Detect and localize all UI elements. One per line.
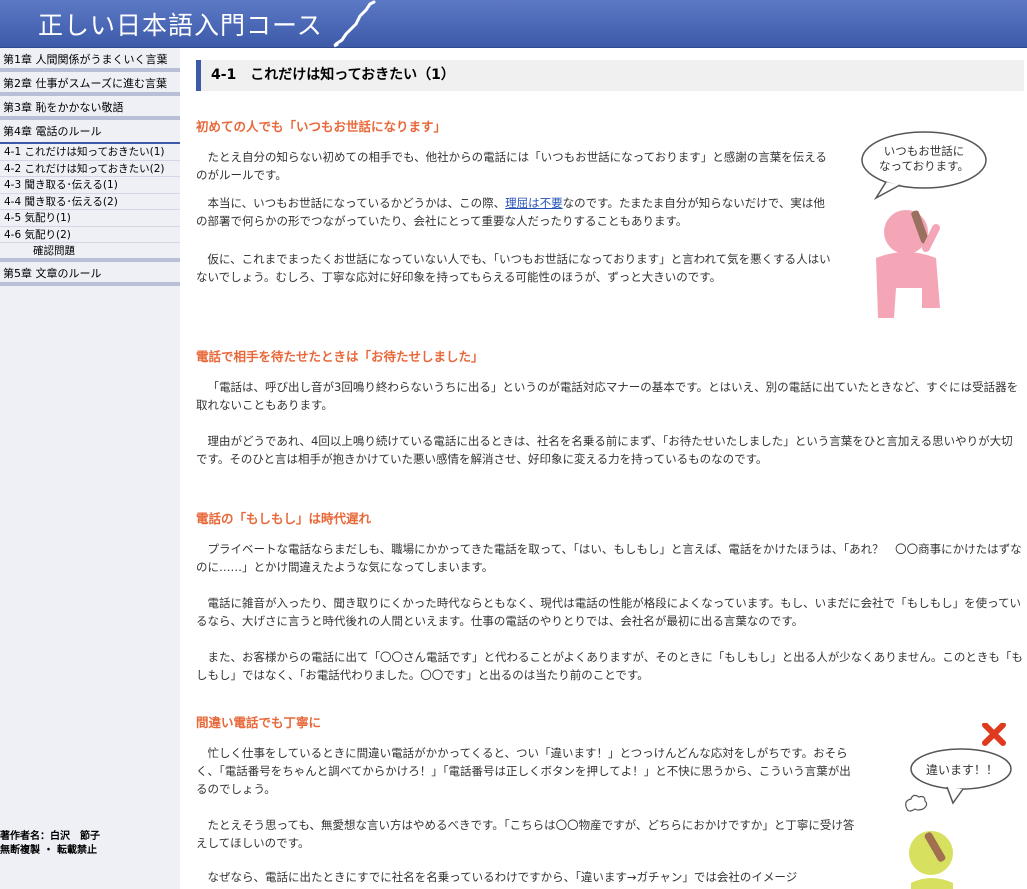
paragraph: 電話に雑音が入ったり、聞き取りにくかった時代ならともなく、現代は電話の性能が格段… [196, 596, 1022, 628]
paragraph: 忙しく仕事をしているときに間違い電話がかかってくると、つい「違います！」とつっけ… [196, 746, 851, 796]
site-header: 正しい日本語入門コース [0, 0, 1027, 48]
sidebar-chapter-3[interactable]: 第3章 恥をかかない敬語 [0, 96, 180, 120]
person-phone-illustration: いつもお世話に なっております。 [846, 128, 1006, 323]
paragraph-text: 本当に、いつもお世話になっているかどうかは、この際、 [207, 196, 506, 210]
bubble-line-1: いつもお世話に [883, 144, 965, 158]
sidebar-credits: 著作者名：白沢 節子 無断複製 ・ 転載禁止 [0, 830, 100, 858]
sidebar-chapter-2[interactable]: 第2章 仕事がスムーズに進む言葉 [0, 72, 180, 96]
person-phone-angry-icon [905, 722, 1012, 889]
paragraph: 本当に、いつもお世話になっているかどうかは、この際、理屈は不要なのです。たまたま… [196, 194, 836, 230]
wrong-number-illustration: 違います！！ [891, 722, 1021, 889]
section-title-4: 間違い電話でも丁寧に [196, 715, 322, 730]
sidebar-item-4-1[interactable]: 4-1 これだけは知っておきたい(1) [0, 144, 180, 161]
sidebar-item-4-2[interactable]: 4-2 これだけは知っておきたい(2) [0, 160, 180, 177]
page-title: 4-1 これだけは知っておきたい（1） [196, 60, 1024, 91]
site-title: 正しい日本語入門コース [38, 11, 323, 40]
bubble-line-2: なっております。 [879, 159, 969, 173]
sidebar-item-4-4[interactable]: 4-4 聞き取る･伝える(2) [0, 193, 180, 210]
paragraph: また、お客様からの電話に出て「〇〇さん電話です」と代わることがよくありますが、そ… [196, 650, 1023, 682]
paragraph: なぜなら、電話に出たときにすでに社名を名乗っているわけですから、「違います→ガチ… [207, 870, 798, 884]
sidebar-item-4-5[interactable]: 4-5 気配り(1) [0, 210, 180, 227]
paragraph: 仮に、これまでまったくお世話になっていない人でも、「いつもお世話になっております… [196, 252, 831, 284]
sidebar-chapter-1[interactable]: 第1章 人間関係がうまくいく言葉 [0, 48, 180, 72]
sidebar-item-4-6[interactable]: 4-6 気配り(2) [0, 226, 180, 243]
sidebar-item-4-3[interactable]: 4-3 聞き取る･伝える(1) [0, 177, 180, 194]
paragraph: 理由がどうであれ、4回以上鳴り続けている電話に出るときは、社名を名乗る前にまず、… [196, 434, 1013, 466]
paragraph: プライベートな電話ならまだしも、職場にかかってきた電話を取って、「はい、もしもし… [196, 542, 1022, 574]
paragraph: 「電話は、呼び出し音が3回鳴り終わらないうちに出る」というのが電話対応マナーの基… [196, 380, 1019, 412]
paragraph: たとえそう思っても、無愛想な言い方はやめるべきです。「こちらは〇〇物産ですが、ど… [196, 818, 855, 850]
paragraph: たとえ自分の知らない初めての相手でも、他社からの電話には「いつもお世話になってお… [196, 150, 827, 182]
author-name: 著作者名：白沢 節子 [0, 831, 100, 842]
japan-map-icon [333, 0, 376, 48]
speech-bubble-text: いつもお世話に なっております。 [874, 144, 974, 174]
copyright-notice: 無断複製 ・ 転載禁止 [0, 845, 97, 856]
section-title-3: 電話の「もしもし」は時代遅れ [196, 511, 372, 526]
section-title-2: 電話で相手を待たせたときは「お待たせしました」 [196, 349, 484, 364]
link-reason[interactable]: 理屈は不要 [505, 196, 563, 210]
sidebar-chapter-5[interactable]: 第5章 文章のルール [0, 262, 180, 286]
section-title-1: 初めての人でも「いつもお世話になります」 [196, 119, 447, 134]
sidebar: 第1章 人間関係がうまくいく言葉 第2章 仕事がスムーズに進む言葉 第3章 恥を… [0, 48, 180, 889]
main-content: 4-1 これだけは知っておきたい（1） 初めての人でも「いつもお世話になります」… [196, 60, 1024, 889]
sidebar-item-quiz[interactable]: 確認問題 [0, 243, 180, 262]
sidebar-chapter-4[interactable]: 第4章 電話のルール [0, 120, 180, 144]
speech-bubble-text-2: 違います！！ [925, 763, 998, 777]
